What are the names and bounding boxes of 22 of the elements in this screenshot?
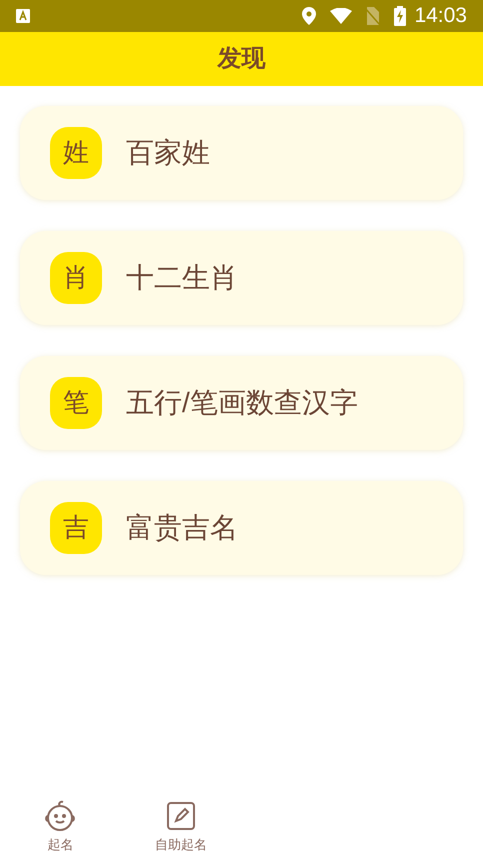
location-icon xyxy=(302,7,316,25)
menu-label: 富贵吉名 xyxy=(126,511,238,545)
character-badge: 姓 xyxy=(50,127,102,179)
edit-icon xyxy=(165,800,198,832)
character-badge: 肖 xyxy=(50,252,102,304)
menu-label: 五行/笔画数查汉字 xyxy=(126,386,358,420)
page-title: 发现 xyxy=(218,44,266,74)
menu-card[interactable]: 肖 十二生肖 xyxy=(20,231,463,325)
battery-charging-icon xyxy=(394,6,406,26)
wifi-icon xyxy=(330,8,352,24)
nav-tab[interactable]: 起名 xyxy=(0,794,121,860)
menu-label: 百家姓 xyxy=(126,136,210,170)
menu-card[interactable]: 笔 五行/笔画数查汉字 xyxy=(20,356,463,450)
nav-tab[interactable]: 自助起名 xyxy=(120,794,242,860)
notification-icon xyxy=(16,9,30,23)
no-sim-icon xyxy=(364,7,380,25)
character-badge: 吉 xyxy=(50,502,102,554)
menu-card[interactable]: 姓 百家姓 xyxy=(20,106,463,200)
menu-label: 十二生肖 xyxy=(126,261,238,295)
clock-time: 14:03 xyxy=(414,3,467,30)
character-badge: 笔 xyxy=(50,377,102,429)
menu-card[interactable]: 吉 富贵吉名 xyxy=(20,481,463,575)
